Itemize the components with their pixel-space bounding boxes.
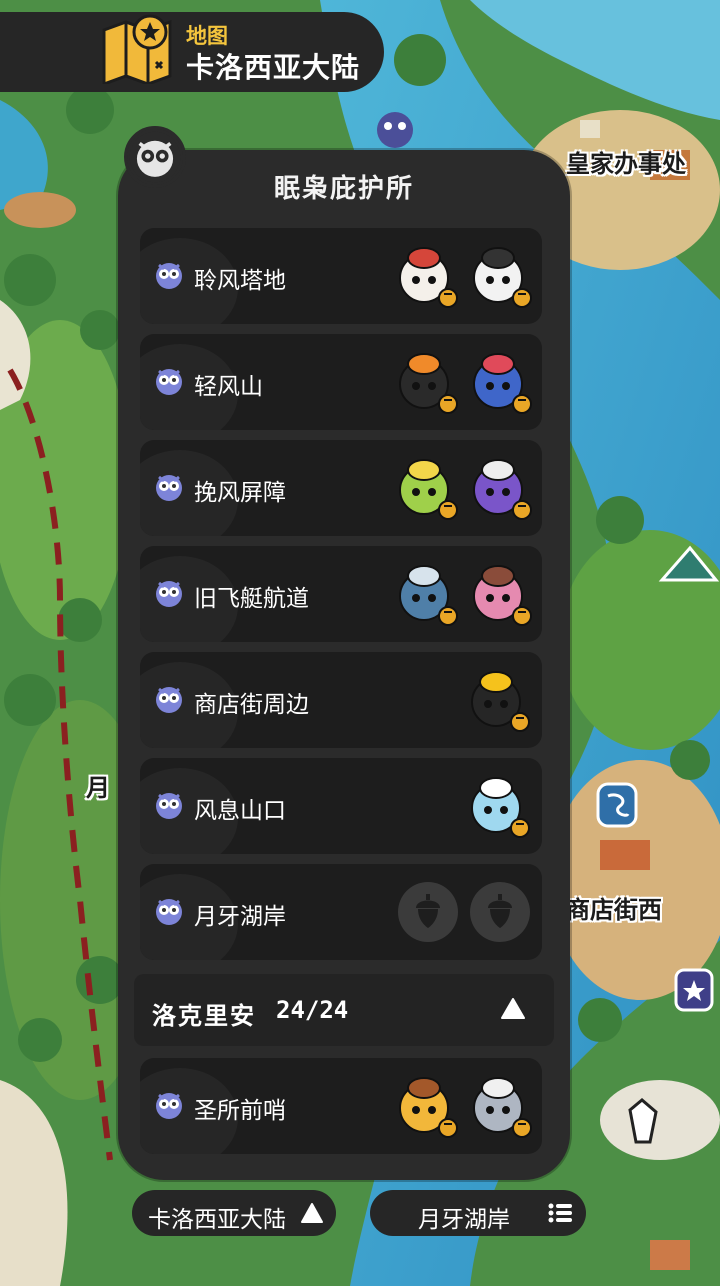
map-marker-owl-icon: [377, 112, 413, 148]
sanctuary-row[interactable]: 旧飞艇航道: [140, 546, 542, 642]
owl-icon: [156, 687, 182, 713]
sanctuary-row-name: 轻风山: [194, 374, 263, 400]
map-marker-bag-icon: [674, 968, 714, 1012]
owl-icon: [156, 1093, 182, 1119]
sanctuary-row-name: 圣所前哨: [194, 1098, 286, 1124]
pink-wizard-creature[interactable]: [466, 558, 536, 630]
map-label-royal-office: 皇家办事处: [566, 150, 686, 178]
sanctuary-row-name: 月牙湖岸: [194, 904, 286, 930]
yellow-lion-creature[interactable]: [392, 1070, 462, 1142]
list-icon: [548, 1203, 572, 1223]
group-header-lokrian[interactable]: 洛克里安 24/24: [134, 974, 554, 1046]
triangle-up-icon: [301, 1203, 323, 1223]
region-selector-label: 卡洛西亚大陆: [148, 1207, 286, 1233]
folded-map-icon: [102, 14, 172, 84]
owl-icon: [156, 899, 182, 925]
sanctuary-row[interactable]: 轻风山: [140, 334, 542, 430]
empty-creature-slot: [398, 882, 458, 942]
panel-title: 眠枭庇护所: [273, 174, 414, 204]
acorn-icon: [488, 894, 512, 928]
sanctuary-row-name: 聆风塔地: [194, 268, 286, 294]
area-list-label: 月牙湖岸: [418, 1207, 510, 1233]
white-fluffy-creature[interactable]: [392, 240, 462, 312]
sanctuary-row[interactable]: 商店街周边: [140, 652, 542, 748]
silver-knight-creature[interactable]: [466, 1070, 536, 1142]
owl-icon: [156, 581, 182, 607]
map-title: 卡洛西亚大陆: [186, 51, 361, 84]
sanctuary-row[interactable]: 月牙湖岸: [140, 864, 542, 960]
black-bug-creature[interactable]: [392, 346, 462, 418]
owl-icon: [156, 369, 182, 395]
black-duck-creature[interactable]: [464, 664, 534, 736]
sanctuary-row[interactable]: 挽风屏障: [140, 440, 542, 536]
owl-icon: [156, 475, 182, 501]
acorn-icon: [416, 894, 440, 928]
group-label: 洛克里安: [152, 1002, 256, 1030]
owl-icon: [156, 263, 182, 289]
owl-icon: [156, 793, 182, 819]
skull-creature[interactable]: [466, 240, 536, 312]
sanctuary-row[interactable]: 风息山口: [140, 758, 542, 854]
empty-creature-slot: [470, 882, 530, 942]
region-selector-button[interactable]: 卡洛西亚大陆: [132, 1190, 336, 1236]
blue-bird-creature[interactable]: [466, 346, 536, 418]
map-label-shop-street-west: 商店街西: [566, 896, 662, 924]
area-list-button[interactable]: 月牙湖岸: [370, 1190, 586, 1236]
collapse-triangle-icon[interactable]: [500, 996, 526, 1022]
group-count: 24/24: [276, 996, 349, 1024]
sanctuary-row[interactable]: 圣所前哨: [140, 1058, 542, 1154]
sanctuary-row-name: 商店街周边: [194, 692, 309, 718]
snow-cap-creature[interactable]: [464, 770, 534, 842]
green-sprout-creature[interactable]: [392, 452, 462, 524]
purple-cat-creature[interactable]: [466, 452, 536, 524]
sanctuary-row-name: 旧飞艇航道: [194, 586, 309, 612]
map-marker-teleport-icon: [596, 782, 638, 828]
sanctuary-row[interactable]: 聆风塔地: [140, 228, 542, 324]
sanctuary-row-name: 挽风屏障: [194, 480, 286, 506]
sanctuary-row-name: 风息山口: [194, 798, 286, 824]
map-label-moon-partial: 月: [86, 774, 110, 802]
blue-ghost-creature[interactable]: [392, 558, 462, 630]
